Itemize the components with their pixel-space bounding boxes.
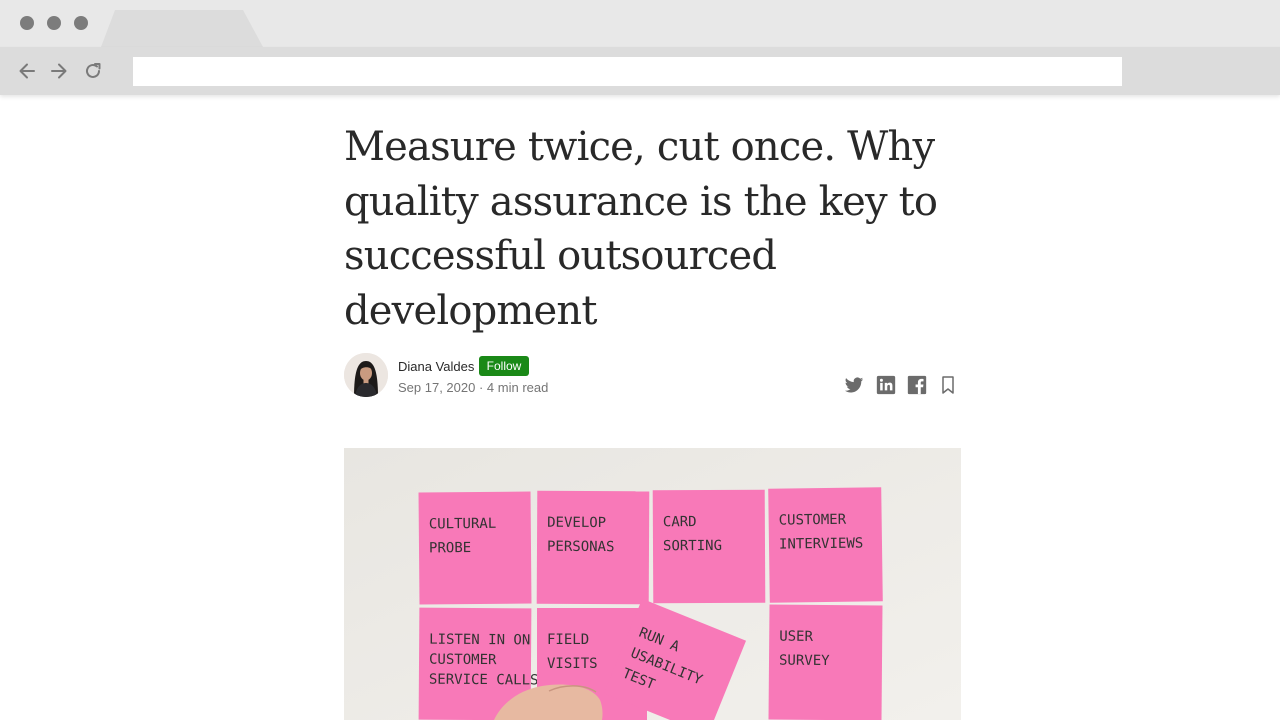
sticky-note-7: USER SURVEY xyxy=(768,604,883,720)
back-arrow-icon[interactable] xyxy=(17,61,37,81)
browser-tab[interactable] xyxy=(101,10,263,47)
window-zoom-dot[interactable] xyxy=(74,16,88,30)
reload-icon[interactable] xyxy=(83,61,103,81)
sticky-note-3-text: CARD xyxy=(663,514,697,530)
browser-toolbar xyxy=(0,47,1280,95)
sticky-note-1-text: CULTURAL xyxy=(429,516,497,533)
sticky-note-5-text: CUSTOMER xyxy=(429,652,497,668)
sticky-note-7-text: SURVEY xyxy=(779,653,830,669)
sticky-note-4-text: INTERVIEWS xyxy=(779,535,864,552)
facebook-icon[interactable] xyxy=(907,375,927,395)
sticky-note-3-text: SORTING xyxy=(663,538,722,554)
sticky-note-4-text: CUSTOMER xyxy=(779,512,847,529)
window-minimize-dot[interactable] xyxy=(47,16,61,30)
sticky-note-1: CULTURAL PROBE xyxy=(418,491,532,605)
sticky-note-4: CUSTOMER INTERVIEWS xyxy=(768,487,883,603)
window-close-dot[interactable] xyxy=(20,16,34,30)
browser-title-bar xyxy=(0,0,1280,47)
sticky-note-2: DEVELOP PERSONAS xyxy=(536,490,650,605)
hero-image: CULTURAL PROBE DEVELOP PERSONAS CARD SORTING C… xyxy=(344,448,961,720)
bookmark-icon[interactable] xyxy=(940,375,960,395)
article-title: Measure twice, cut once. Why quality ass… xyxy=(344,124,938,334)
author-avatar[interactable] xyxy=(344,353,388,397)
author-name-link[interactable]: Diana Valdes xyxy=(398,359,474,374)
twitter-icon[interactable] xyxy=(844,375,864,395)
article-meta: Sep 17, 2020 · 4 min read xyxy=(398,380,548,395)
publish-date: Sep 17, 2020 xyxy=(398,380,476,395)
sticky-note-1-text: PROBE xyxy=(429,540,471,556)
sticky-note-3: CARD SORTING xyxy=(652,489,766,604)
sticky-note-6-text: VISITS xyxy=(547,656,598,672)
sticky-note-2-text: DEVELOP xyxy=(547,515,606,531)
meta-separator: · xyxy=(475,380,487,395)
linkedin-icon[interactable] xyxy=(876,375,896,395)
sticky-note-2-text: PERSONAS xyxy=(547,539,615,555)
address-bar-input[interactable] xyxy=(133,57,1122,86)
sticky-note-6-text: FIELD xyxy=(547,632,589,648)
follow-button[interactable]: Follow xyxy=(479,356,529,376)
sticky-note-5-text: LISTEN IN ON xyxy=(429,632,530,649)
forward-arrow-icon[interactable] xyxy=(49,61,69,81)
sticky-note-5-text: SERVICE CALLS xyxy=(429,672,539,689)
sticky-note-7-text: USER xyxy=(779,629,813,645)
read-time: 4 min read xyxy=(486,380,549,395)
